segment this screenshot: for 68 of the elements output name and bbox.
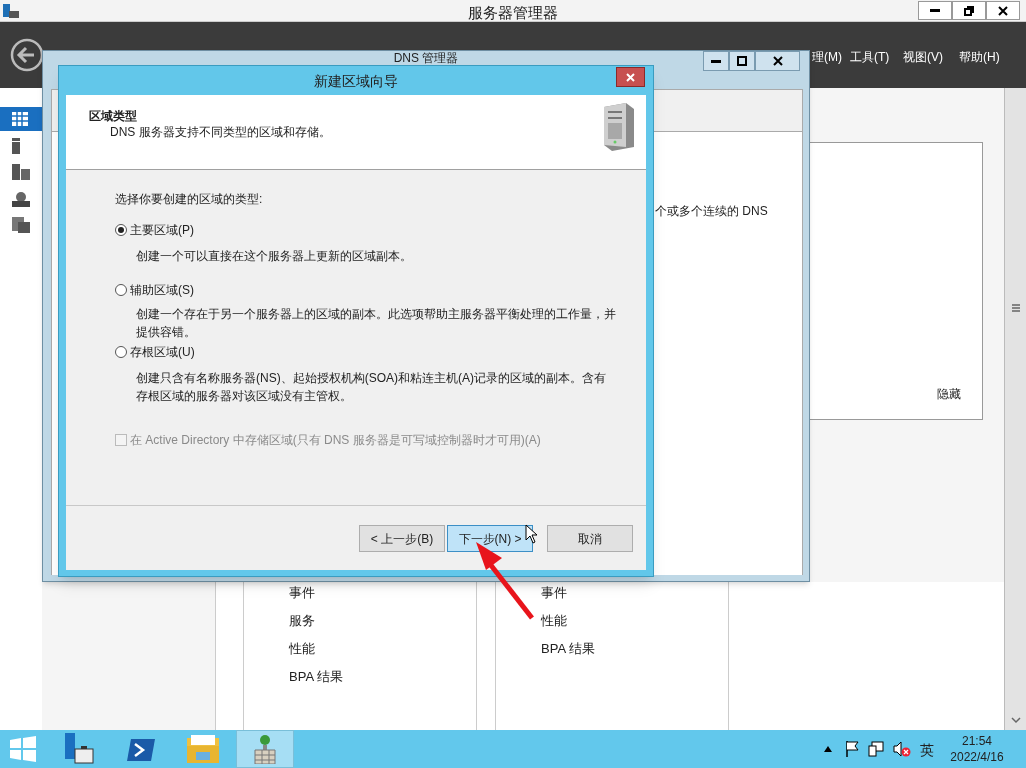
minimize-icon [930,9,940,12]
flag-icon[interactable] [845,741,859,757]
maximize-icon [737,56,747,66]
option-description: 创建只含有名称服务器(NS)、起始授权机构(SOA)和粘连主机(A)记录的区域的副本。含有存根区域的服务器对该区域没有主管权。 [136,370,607,405]
window-title: DNS 管理器 [393,51,459,65]
tile-link[interactable]: 性能 [289,639,476,658]
folder-icon [186,734,220,764]
radio-option[interactable]: 存根区域(U) [115,343,195,361]
tile-link[interactable]: 事件 [289,583,476,602]
dns-tree-icon [251,734,279,764]
menu-item[interactable]: 帮助(H) [959,48,1000,66]
folders-icon [12,217,30,233]
dialog-button[interactable]: 取消 [547,525,633,552]
scroll-grip-icon [1011,303,1021,313]
dialog-button[interactable]: 下一步(N) > [447,525,533,552]
option-description: 创建一个存在于另一个服务器上的区域的副本。此选项帮助主服务器平衡处理的工作量，并提供容错。 [136,306,616,341]
menu-item[interactable]: 工具(T) [850,48,890,66]
description-text: 个或多个连续的 DNS [655,203,768,220]
network-icon[interactable] [868,741,884,757]
menu-item[interactable]: 视图(V) [903,48,943,66]
option-description: 创建一个可以直接在这个服务器上更新的区域副本。 [136,248,413,265]
app-icon [2,3,20,19]
section-subheading: DNS 服务器支持不同类型的区域和存储。 [110,124,331,141]
close-button[interactable] [616,67,645,87]
close-button[interactable] [986,1,1020,20]
dialog-button[interactable]: < 上一步(B) [359,525,445,552]
restore-icon [964,5,974,16]
tile-link[interactable]: BPA 结果 [289,667,476,686]
close-icon [626,72,635,82]
tile-link[interactable]: BPA 结果 [541,639,728,658]
maximize-button[interactable] [729,51,755,71]
tile-link[interactable]: 性能 [541,611,728,630]
prompt-text: 选择你要创建的区域的类型: [115,191,263,208]
sidebar-item[interactable] [0,107,42,131]
network-server-icon [12,190,30,207]
close-button[interactable] [755,51,800,71]
tile-link[interactable]: 事件 [541,583,728,602]
minimize-icon [711,59,721,63]
close-icon [772,56,783,66]
server-manager-icon [63,733,95,765]
server-icon [12,137,20,154]
minimize-button[interactable] [703,51,729,71]
speaker-muted-icon[interactable] [893,741,911,757]
input-method-indicator[interactable]: 英 [920,740,934,761]
radio-option[interactable]: 辅助区域(S) [115,281,194,299]
back-button[interactable] [10,38,44,72]
radio-button[interactable] [115,224,127,236]
scroll-down-icon[interactable] [1011,716,1021,724]
minimize-button[interactable] [918,1,952,20]
dialog-title: 新建区域向导 [314,72,398,91]
clock-time[interactable]: 21:54 [962,733,992,749]
radio-button[interactable] [115,284,127,296]
radio-option[interactable]: 主要区域(P) [115,221,194,239]
clock-date[interactable]: 2022/4/16 [950,749,1004,765]
window-title: 服务器管理器 [468,3,558,23]
section-heading: 区域类型 [89,108,137,125]
maximize-button[interactable] [952,1,986,20]
close-icon [998,5,1008,16]
start-button[interactable] [9,736,37,762]
menu-item[interactable]: 理(M) [812,48,842,66]
hide-link[interactable]: 隐藏 [937,385,961,403]
grid-icon [12,112,28,126]
scrollbar[interactable] [1004,88,1026,730]
servers-icon [12,164,30,180]
radio-button[interactable] [115,346,127,358]
cursor-icon [525,524,537,544]
tile-link[interactable]: 服务 [289,611,476,630]
show-hidden-icons-icon[interactable] [824,746,832,752]
